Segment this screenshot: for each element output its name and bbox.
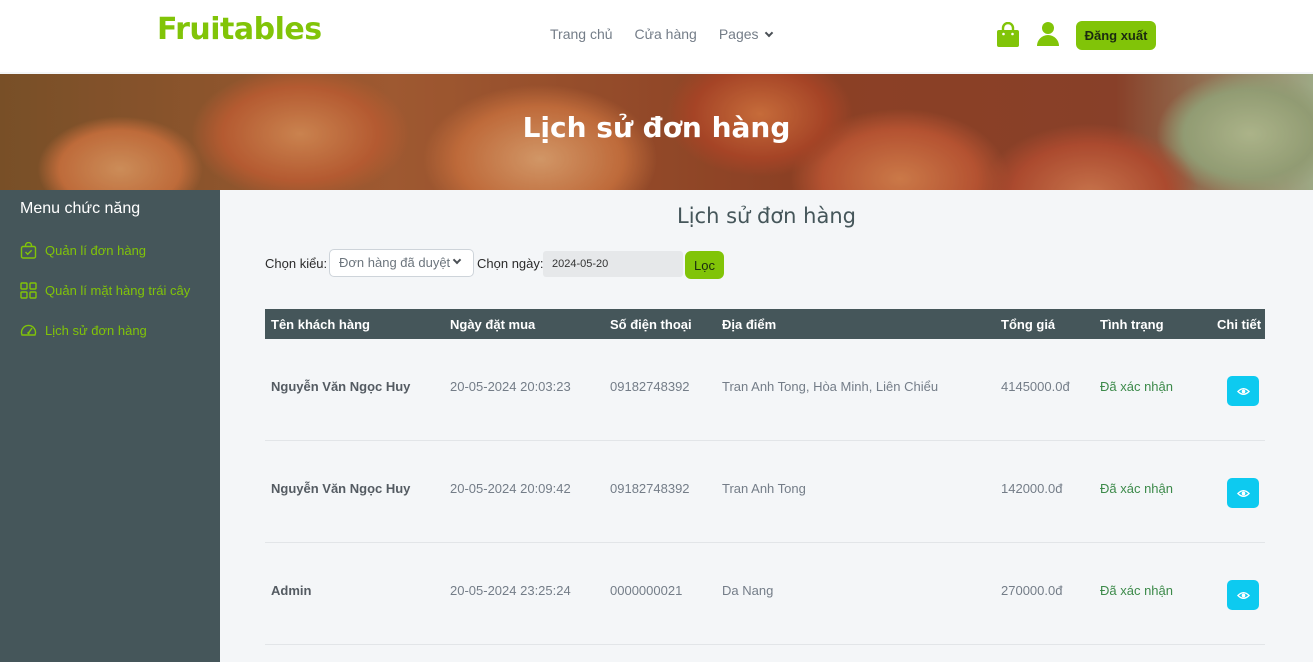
- cell-total: 142000.0đ: [1001, 481, 1063, 496]
- logout-button[interactable]: Đăng xuất: [1076, 21, 1156, 50]
- sidebar-item-order-history[interactable]: Lịch sử đơn hàng: [20, 322, 147, 339]
- bag-check-icon: [20, 242, 37, 259]
- type-filter-label: Chọn kiểu:: [265, 256, 328, 271]
- eye-icon: [1236, 591, 1250, 599]
- nav-links: Trang chủ Cửa hàng Pages: [550, 26, 773, 42]
- cell-order-date: 20-05-2024 20:03:23: [450, 379, 571, 394]
- column-header-detail: Chi tiết: [1217, 317, 1262, 332]
- table-header: Tên khách hàng Ngày đặt mua Số điện thoạ…: [265, 309, 1265, 339]
- hero-banner: Lịch sử đơn hàng: [0, 74, 1313, 190]
- speedometer-icon: [20, 324, 37, 336]
- user-icon[interactable]: [1036, 21, 1060, 47]
- table-row: Admin 20-05-2024 23:25:24 0000000021 Da …: [265, 543, 1265, 645]
- nav-link-shop[interactable]: Cửa hàng: [635, 26, 697, 42]
- sidebar-item-order-management[interactable]: Quản lí đơn hàng: [20, 242, 146, 259]
- cell-status: Đã xác nhận: [1100, 379, 1173, 394]
- table-row: Nguyễn Văn Ngọc Huy 20-05-2024 20:09:42 …: [265, 441, 1265, 543]
- sidebar: Menu chức năng Quản lí đơn hàng Quản lí …: [0, 190, 220, 662]
- column-header-order-date: Ngày đặt mua: [450, 317, 536, 332]
- column-header-customer: Tên khách hàng: [271, 317, 370, 332]
- eye-icon: [1236, 387, 1250, 395]
- cell-total: 270000.0đ: [1001, 583, 1063, 598]
- cell-address: Da Nang: [722, 583, 774, 598]
- sidebar-item-fruit-management[interactable]: Quản lí mặt hàng trái cây: [20, 282, 190, 299]
- cell-order-date: 20-05-2024 23:25:24: [450, 583, 571, 598]
- nav-link-pages-label: Pages: [718, 26, 759, 42]
- hero-title: Lịch sử đơn hàng: [522, 111, 791, 144]
- column-header-phone: Số điện thoại: [610, 317, 692, 332]
- date-input[interactable]: 2024-05-20: [543, 251, 683, 277]
- cell-order-date: 20-05-2024 20:09:42: [450, 481, 571, 496]
- chevron-down-icon: [452, 255, 462, 265]
- sidebar-item-label: Lịch sử đơn hàng: [45, 323, 147, 338]
- cell-phone: 09182748392: [610, 481, 690, 496]
- cell-phone: 0000000021: [610, 583, 683, 598]
- shopping-bag-icon[interactable]: [996, 22, 1020, 48]
- column-header-address: Địa điểm: [722, 317, 777, 332]
- brand-logo[interactable]: Fruitables: [157, 12, 322, 47]
- cell-address: Tran Anh Tong, Hòa Minh, Liên Chiểu: [722, 379, 939, 394]
- sidebar-item-label: Quản lí đơn hàng: [45, 243, 147, 258]
- filter-button[interactable]: Lọc: [685, 251, 724, 279]
- cell-customer: Nguyễn Văn Ngọc Huy: [271, 481, 411, 496]
- eye-icon: [1236, 489, 1250, 497]
- page-title: Lịch sử đơn hàng: [677, 204, 856, 228]
- view-detail-button[interactable]: [1227, 580, 1259, 610]
- view-detail-button[interactable]: [1227, 376, 1259, 406]
- nav-link-pages[interactable]: Pages: [718, 26, 773, 42]
- order-type-value: Đơn hàng đã duyệt: [339, 255, 451, 270]
- navbar: Fruitables Trang chủ Cửa hàng Pages Đăng…: [0, 0, 1313, 72]
- column-header-status: Tình trạng: [1100, 317, 1164, 332]
- sidebar-item-label: Quản lí mặt hàng trái cây: [45, 283, 191, 298]
- view-detail-button[interactable]: [1227, 478, 1259, 508]
- cell-status: Đã xác nhận: [1100, 481, 1173, 496]
- cell-address: Tran Anh Tong: [722, 481, 806, 496]
- cell-customer: Admin: [271, 583, 312, 598]
- cell-status: Đã xác nhận: [1100, 583, 1173, 598]
- order-type-select[interactable]: Đơn hàng đã duyệt: [329, 249, 474, 277]
- date-filter-label: Chọn ngày:: [477, 256, 544, 271]
- cell-phone: 09182748392: [610, 379, 690, 394]
- column-header-total: Tổng giá: [1001, 317, 1056, 332]
- chevron-down-icon: [764, 28, 773, 37]
- nav-link-home[interactable]: Trang chủ: [550, 26, 613, 42]
- cell-total: 4145000.0đ: [1001, 379, 1070, 394]
- cell-customer: Nguyễn Văn Ngọc Huy: [271, 379, 411, 394]
- sidebar-title: Menu chức năng: [20, 200, 141, 217]
- table-row: Nguyễn Văn Ngọc Huy 20-05-2024 20:03:23 …: [265, 339, 1265, 441]
- grid-icon: [20, 282, 37, 299]
